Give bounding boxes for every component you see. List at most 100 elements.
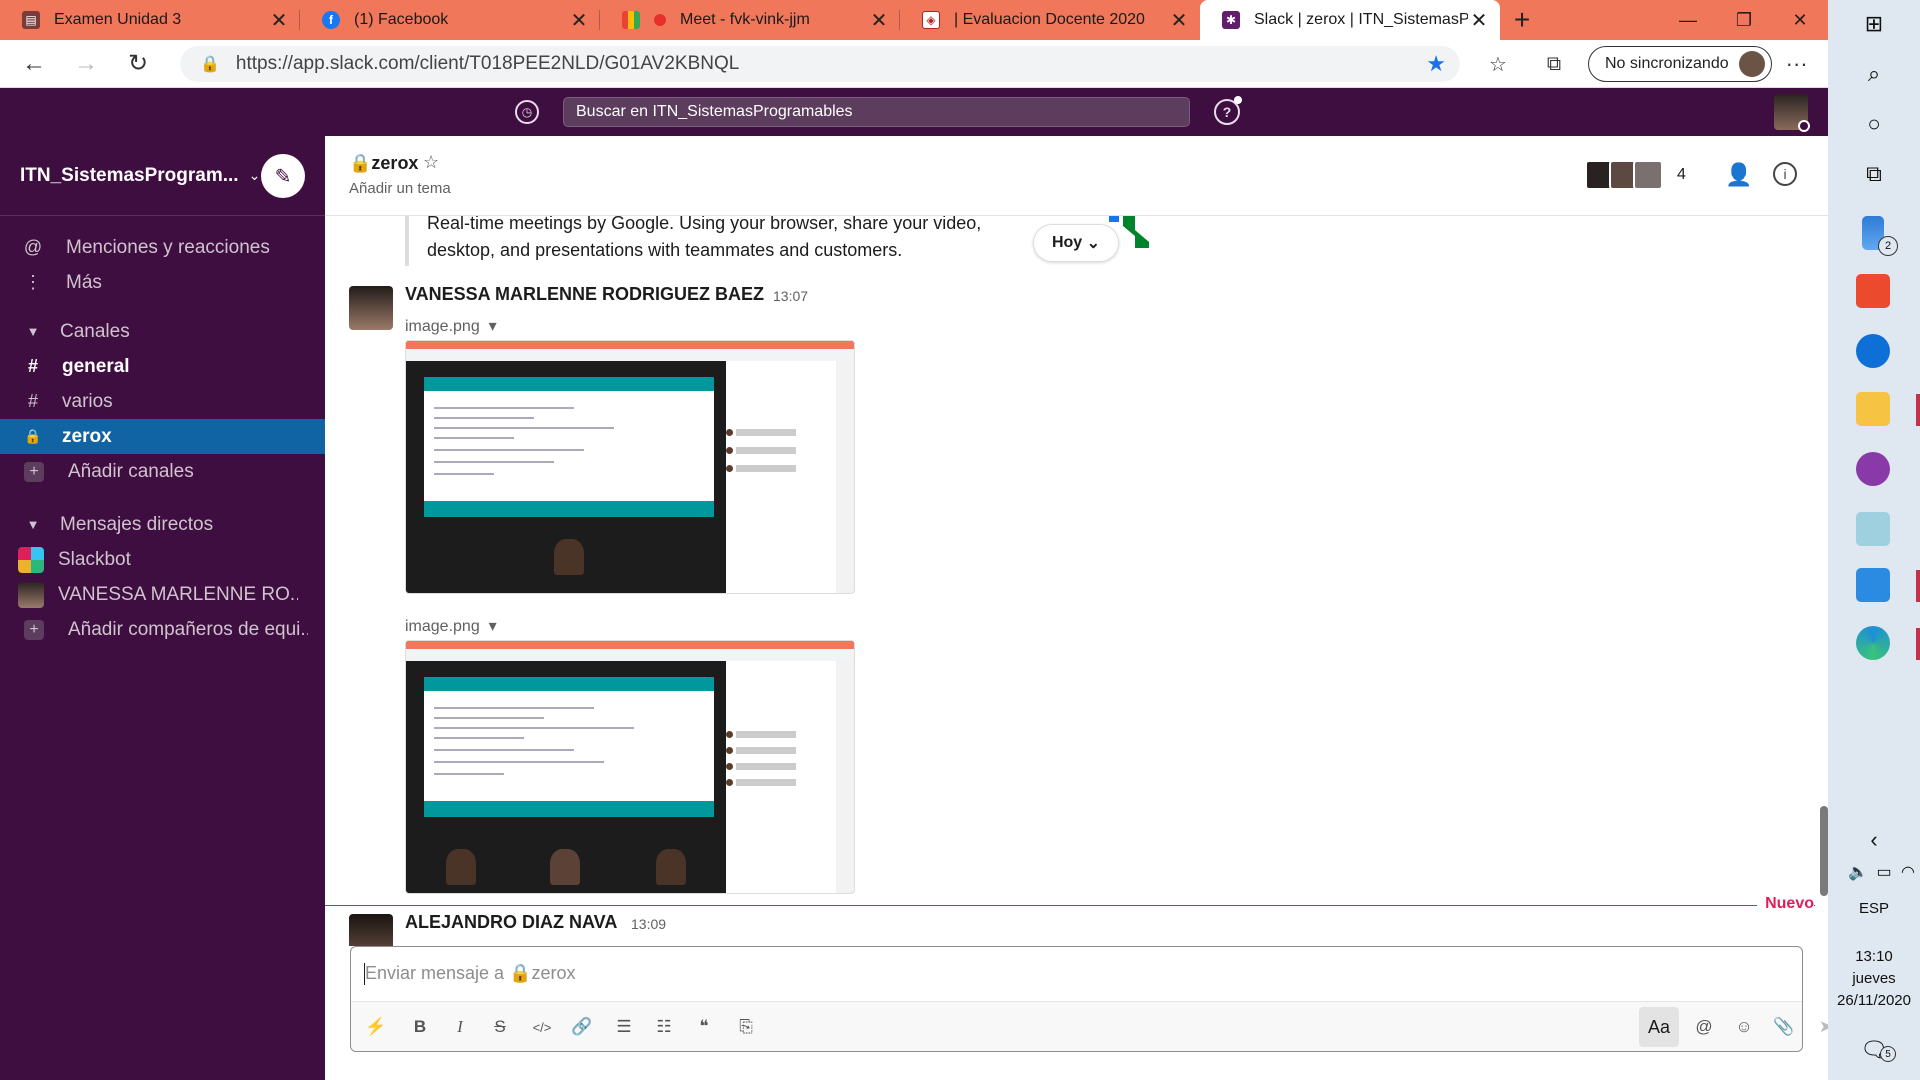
vanessa-avatar: [18, 581, 44, 608]
browser-tab-slack[interactable]: ✱ Slack | zerox | ITN_SistemasProgr ✕: [1200, 0, 1500, 40]
add-channels-button[interactable]: + Añadir canales: [0, 454, 325, 489]
message-timestamp[interactable]: 13:09: [631, 916, 666, 932]
shortcuts-icon[interactable]: ⚡: [363, 1014, 389, 1040]
sidebar-item-label: Slackbot: [58, 548, 131, 570]
bulleted-list-icon[interactable]: ☷: [651, 1014, 677, 1040]
unfurl-description: Real-time meetings by Google. Using your…: [427, 216, 982, 233]
browser-tab-meet[interactable]: Meet - fvk-vink-jjm ✕: [600, 0, 900, 40]
tab-close-icon[interactable]: ✕: [868, 8, 890, 33]
italic-icon[interactable]: I: [447, 1014, 473, 1040]
back-icon[interactable]: ←: [8, 40, 60, 88]
code-icon[interactable]: </>: [529, 1014, 555, 1040]
code-block-icon[interactable]: ⎘: [733, 1014, 759, 1040]
scrollbar-thumb[interactable]: [1820, 806, 1828, 896]
formatting-toggle-button[interactable]: Aa: [1639, 1007, 1679, 1047]
browser-tab-examen[interactable]: ▤ Examen Unidad 3 ✕: [0, 0, 300, 40]
dm-section-header[interactable]: ▼ Mensajes directos: [0, 507, 325, 542]
message-author[interactable]: ALEJANDRO DIAZ NAVA: [405, 912, 617, 933]
language-indicator[interactable]: ESP: [1828, 900, 1920, 917]
tab-close-icon[interactable]: ✕: [268, 8, 290, 33]
search-input[interactable]: Buscar en ITN_SistemasProgramables: [563, 97, 1190, 127]
favorite-star-icon[interactable]: ★: [1426, 51, 1446, 77]
github-icon[interactable]: [1856, 452, 1890, 486]
bold-icon[interactable]: B: [407, 1014, 433, 1040]
address-bar[interactable]: 🔒 https://app.slack.com/client/T018PEE2N…: [180, 46, 1460, 82]
message-list[interactable]: Real-time meetings by Google. Using your…: [325, 216, 1828, 946]
formatting-toolbar: ⚡ B I S </> 🔗 ☰ ☷ ❝ ⎘ Aa @ ☺ 📎 ➤: [351, 1001, 1833, 1051]
channels-section-header[interactable]: ▼ Canales: [0, 314, 325, 349]
wifi-icon[interactable]: ◠: [1888, 852, 1920, 892]
profile-sync-button[interactable]: No sincronizando: [1588, 46, 1772, 82]
file-explorer-icon[interactable]: [1856, 392, 1890, 426]
add-member-icon[interactable]: 👤: [1725, 162, 1752, 188]
member-list-button[interactable]: 4: [1585, 160, 1686, 190]
slack-top-bar: ◷ Buscar en ITN_SistemasProgramables ?: [0, 88, 1828, 136]
emoji-icon[interactable]: ☺: [1731, 1014, 1757, 1040]
channel-name: zerox: [371, 153, 419, 173]
close-window-icon[interactable]: ✕: [1772, 0, 1828, 40]
sidebar-item-slackbot[interactable]: Slackbot: [0, 542, 325, 577]
vscode-icon[interactable]: [1856, 568, 1890, 602]
message-timestamp[interactable]: 13:07: [773, 288, 808, 304]
tab-close-icon[interactable]: ✕: [1468, 8, 1490, 33]
info-icon[interactable]: i: [1773, 162, 1797, 186]
message-composer[interactable]: Enviar mensaje a 🔒zerox ⚡ B I S </> 🔗 ☰ …: [350, 946, 1833, 1052]
message-author[interactable]: VANESSA MARLENNE RODRIGUEZ BAEZ: [405, 284, 764, 305]
forward-icon[interactable]: →: [60, 40, 112, 88]
add-teammates-button[interactable]: + Añadir compañeros de equi...: [0, 612, 325, 647]
sidebar-item-label: zerox: [62, 425, 112, 447]
favorites-icon[interactable]: ☆: [1470, 52, 1526, 77]
workspace-header[interactable]: ITN_SistemasProgram... ⌄ ✎: [0, 136, 325, 216]
sidebar-item-varios[interactable]: # varios: [0, 384, 325, 419]
link-icon[interactable]: 🔗: [569, 1014, 595, 1040]
clock-date[interactable]: 26/11/2020: [1828, 992, 1920, 1009]
office-app-icon[interactable]: [1856, 274, 1890, 308]
browser-tab-evaluacion[interactable]: ◈ | Evaluacion Docente 2020 ✕: [900, 0, 1200, 40]
file-name[interactable]: image.png ▾: [405, 616, 497, 636]
more-menu-icon[interactable]: ···: [1772, 51, 1822, 77]
task-view-icon[interactable]: ⧉: [1854, 154, 1894, 194]
sidebar-item-vanessa[interactable]: VANESSA MARLENNE RO...: [0, 577, 325, 612]
clock-time[interactable]: 13:10: [1828, 948, 1920, 965]
search-icon[interactable]: ⌕: [1854, 54, 1894, 94]
blockquote-icon[interactable]: ❝: [691, 1014, 717, 1040]
avatar[interactable]: [349, 914, 393, 946]
attachment-icon[interactable]: 📎: [1771, 1014, 1797, 1040]
windows-start-icon[interactable]: ⊞: [1854, 4, 1894, 44]
sidebar-item-mentions[interactable]: @ Menciones y reacciones: [0, 230, 325, 265]
teamviewer-icon[interactable]: [1856, 334, 1890, 368]
cortana-icon[interactable]: ○: [1854, 104, 1894, 144]
notification-badge: 2: [1878, 236, 1898, 256]
browser-tab-facebook[interactable]: f (1) Facebook ✕: [300, 0, 600, 40]
sidebar-item-general[interactable]: # general: [0, 349, 325, 384]
ordered-list-icon[interactable]: ☰: [611, 1014, 637, 1040]
image-attachment[interactable]: [405, 640, 855, 894]
minimize-icon[interactable]: —: [1660, 0, 1716, 40]
new-messages-divider: [325, 905, 1815, 906]
edge-browser-icon[interactable]: [1856, 626, 1890, 660]
strikethrough-icon[interactable]: S: [487, 1014, 513, 1040]
image-attachment[interactable]: [405, 340, 855, 594]
sidebar-item-zerox[interactable]: 🔒 zerox: [0, 419, 325, 454]
mention-icon[interactable]: @: [1691, 1014, 1717, 1040]
file-name[interactable]: image.png ▾: [405, 316, 497, 336]
compose-button[interactable]: ✎: [261, 154, 305, 198]
tab-close-icon[interactable]: ✕: [568, 8, 590, 33]
star-icon[interactable]: ☆: [423, 152, 439, 173]
channel-title[interactable]: 🔒zerox: [349, 153, 418, 174]
channel-topic[interactable]: Añadir un tema: [349, 180, 451, 197]
notebook-app-icon[interactable]: [1856, 512, 1890, 546]
new-tab-button[interactable]: +: [1500, 0, 1544, 40]
clock-day[interactable]: jueves: [1828, 970, 1920, 987]
collections-icon[interactable]: ⧉: [1526, 53, 1582, 76]
sidebar-item-more[interactable]: ⋮ Más: [0, 265, 325, 300]
more-vertical-icon: ⋮: [24, 272, 42, 292]
avatar[interactable]: [349, 286, 393, 330]
date-divider-button[interactable]: Hoy ⌄: [1033, 224, 1119, 262]
message-input[interactable]: Enviar mensaje a 🔒zerox: [365, 963, 576, 984]
reload-icon[interactable]: ↻: [112, 40, 164, 88]
tab-title: | Evaluacion Docente 2020: [954, 11, 1145, 28]
history-icon[interactable]: ◷: [515, 100, 539, 124]
tab-close-icon[interactable]: ✕: [1168, 8, 1190, 33]
maximize-icon[interactable]: ❐: [1716, 0, 1772, 40]
